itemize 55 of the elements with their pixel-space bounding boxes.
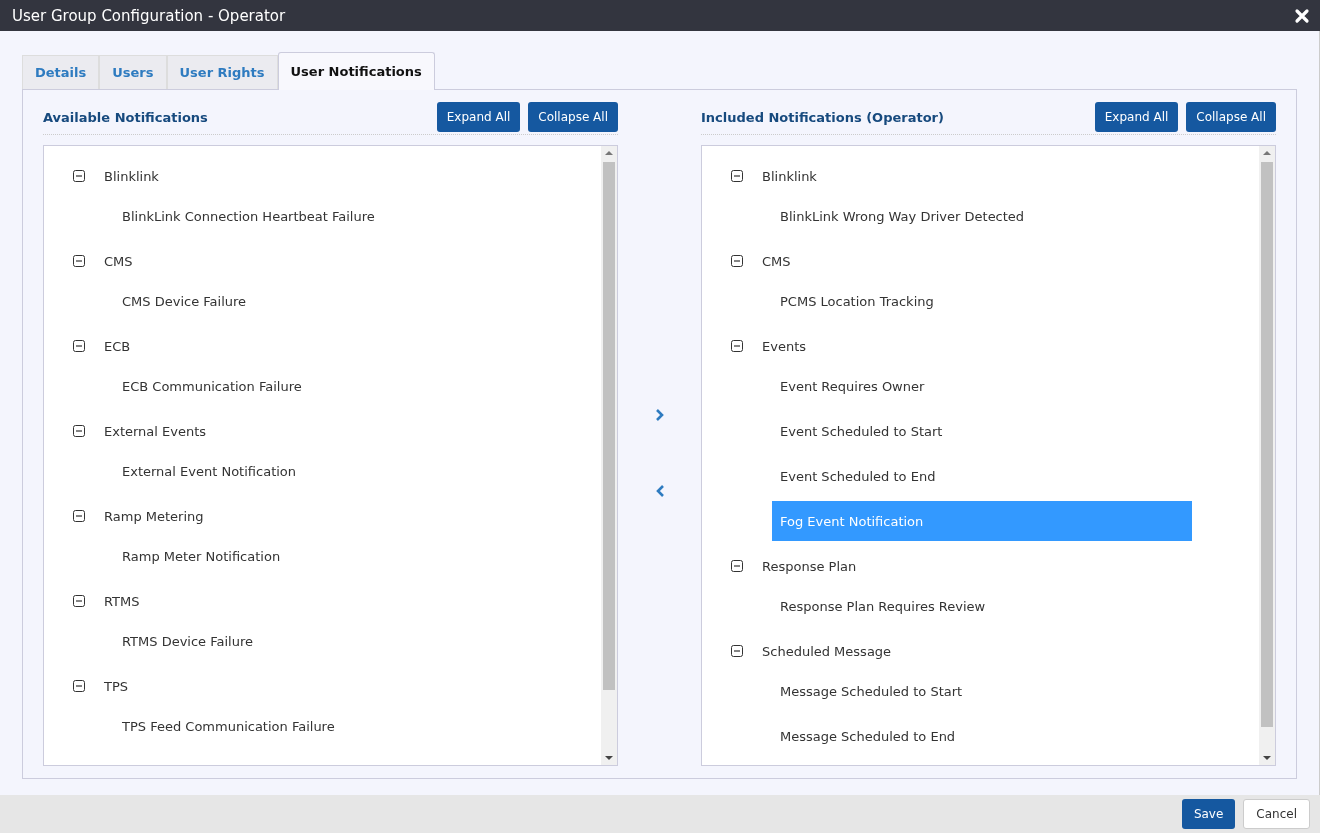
tree-item[interactable]: Event Scheduled to Start — [772, 411, 1192, 451]
collapse-icon[interactable] — [73, 340, 85, 352]
tree-item[interactable]: ECB Communication Failure — [114, 366, 534, 406]
collapse-all-button[interactable]: Collapse All — [1186, 102, 1276, 132]
collapse-icon[interactable] — [731, 560, 743, 572]
tree-item[interactable]: Event Scheduled to End — [772, 456, 1192, 496]
cancel-button[interactable]: Cancel — [1243, 799, 1310, 829]
tree-group-label[interactable]: External Events — [104, 423, 207, 439]
expand-all-button[interactable]: Expand All — [436, 102, 521, 132]
tree-item[interactable]: Ramp Meter Notification — [114, 536, 534, 576]
tree-group-label[interactable]: Response Plan — [762, 558, 857, 574]
tab[interactable]: User Rights — [166, 55, 278, 89]
window-title: User Group Configuration - Operator — [12, 6, 286, 25]
tree-item[interactable]: RTMS Device Failure — [114, 621, 534, 661]
tab[interactable]: Details — [22, 55, 100, 89]
tab[interactable]: User Notifications — [277, 52, 435, 90]
scrollbar[interactable] — [1259, 146, 1275, 765]
collapse-icon[interactable] — [731, 340, 743, 352]
collapse-icon[interactable] — [73, 595, 85, 607]
panel-title: Available Notifications — [43, 109, 209, 125]
tree-item[interactable]: TPS Feed Communication Failure — [114, 706, 534, 746]
expand-all-button[interactable]: Expand All — [1094, 102, 1179, 132]
tree-group-label[interactable]: CMS — [104, 253, 133, 269]
close-icon[interactable] — [1294, 7, 1310, 24]
tree-group-label[interactable]: Blinklink — [762, 168, 817, 184]
tree-group-label[interactable]: TPS — [104, 678, 129, 694]
collapse-icon[interactable] — [73, 255, 85, 267]
collapse-all-button[interactable]: Collapse All — [528, 102, 618, 132]
tree-item[interactable]: Response Plan Requires Review — [772, 586, 1192, 626]
tree-item[interactable]: External Event Notification — [114, 451, 534, 491]
tree-group-label[interactable]: ECB — [104, 338, 131, 354]
tree-item[interactable]: Event Requires Owner — [772, 366, 1192, 406]
save-button[interactable]: Save — [1181, 799, 1236, 829]
tree-group-label[interactable]: Ramp Metering — [104, 508, 204, 524]
panel-title: Included Notifications (Operator) — [701, 109, 945, 125]
collapse-icon[interactable] — [73, 170, 85, 182]
tree-group-label[interactable]: CMS — [762, 253, 791, 269]
tree-item[interactable]: PCMS Location Tracking — [772, 281, 1192, 321]
tab[interactable]: Users — [99, 55, 167, 89]
tree-group-label[interactable]: Scheduled Message — [762, 643, 892, 659]
collapse-icon[interactable] — [73, 510, 85, 522]
tree-item[interactable]: BlinkLink Wrong Way Driver Detected — [772, 196, 1192, 236]
collapse-icon[interactable] — [73, 680, 85, 692]
scrollbar[interactable] — [601, 146, 617, 765]
tree-item[interactable]: BlinkLink Connection Heartbeat Failure — [114, 196, 534, 236]
tree-item[interactable]: CMS Device Failure — [114, 281, 534, 321]
tree-group-label[interactable]: Blinklink — [104, 168, 159, 184]
collapse-icon[interactable] — [73, 425, 85, 437]
tree-group-label[interactable]: Events — [762, 338, 806, 354]
tree-group-label[interactable]: RTMS — [104, 593, 140, 609]
tree-item[interactable]: Message Scheduled to End — [772, 716, 1192, 756]
collapse-icon[interactable] — [731, 645, 743, 657]
tree-item[interactable]: Message Scheduled to Start — [772, 671, 1192, 711]
collapse-icon[interactable] — [731, 170, 743, 182]
collapse-icon[interactable] — [731, 255, 743, 267]
